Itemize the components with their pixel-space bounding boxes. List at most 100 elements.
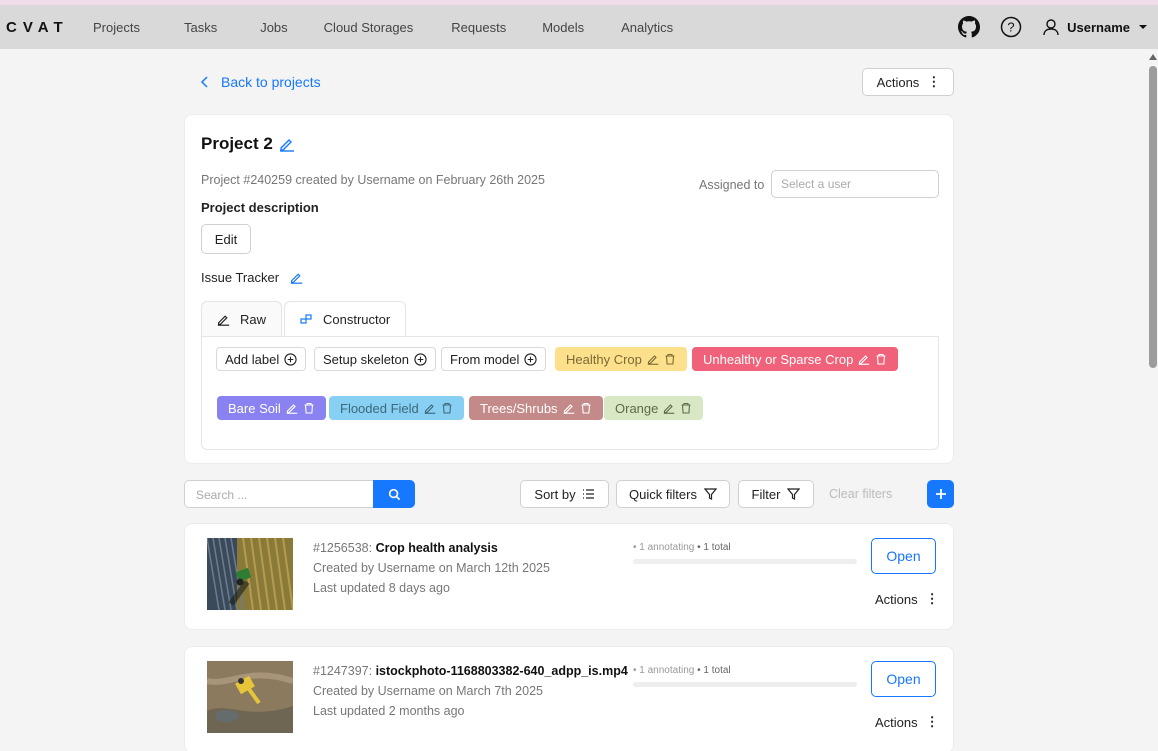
- label-name: Orange: [615, 400, 659, 416]
- task-id: #1247397:: [313, 664, 373, 678]
- issue-tracker-label: Issue Tracker: [201, 270, 280, 285]
- setup-skeleton-text: Setup skeleton: [323, 351, 410, 367]
- filter-label: Filter: [751, 486, 781, 502]
- open-task-button[interactable]: Open: [871, 538, 936, 574]
- label-flooded-field[interactable]: Flooded Field: [329, 396, 464, 420]
- cvat-logo[interactable]: CVAT: [6, 19, 69, 36]
- navbar: CVAT Projects Tasks Jobs Cloud Storages …: [0, 5, 1158, 49]
- nav-models[interactable]: Models: [542, 20, 584, 35]
- build-icon: [300, 314, 312, 324]
- task-id-name: #1247397: istockphoto-1168803382-640_adp…: [313, 664, 628, 678]
- from-model-button[interactable]: From model: [441, 347, 547, 371]
- tab-constructor[interactable]: Constructor: [284, 301, 407, 337]
- edit-pencil-icon[interactable]: [663, 402, 675, 414]
- label-name: Flooded Field: [340, 400, 419, 416]
- more-icon: ⋮: [927, 74, 940, 89]
- tab-raw-label: Raw: [240, 312, 267, 327]
- sort-label: Sort by: [534, 486, 576, 502]
- open-task-button[interactable]: Open: [871, 661, 936, 697]
- task-progress-text: • 1 annotating • 1 total: [633, 665, 731, 676]
- task-actions-button[interactable]: Actions ⋮: [875, 591, 939, 607]
- help-icon[interactable]: ?: [1000, 16, 1022, 38]
- task-id: #1256538:: [313, 541, 373, 555]
- sort-by-button[interactable]: Sort by: [520, 480, 609, 508]
- project-actions-button[interactable]: Actions ⋮: [862, 68, 954, 96]
- task-card: #1256538: Crop health analysis Created b…: [184, 523, 954, 630]
- setup-skeleton-button[interactable]: Setup skeleton: [314, 347, 437, 371]
- edit-pencil-icon[interactable]: [424, 402, 436, 414]
- search-icon: [388, 488, 400, 500]
- task-progress-text: • 1 annotating • 1 total: [633, 542, 731, 553]
- edit-description-button[interactable]: Edit: [201, 224, 251, 254]
- nav-requests[interactable]: Requests: [451, 20, 506, 35]
- nav-jobs[interactable]: Jobs: [260, 20, 287, 35]
- quick-filters-button[interactable]: Quick filters: [616, 480, 730, 508]
- task-name[interactable]: Crop health analysis: [376, 541, 498, 555]
- tab-raw[interactable]: Raw: [201, 301, 283, 337]
- filter-icon: [703, 488, 717, 500]
- edit-pencil-icon[interactable]: [279, 136, 295, 152]
- label-name: Healthy Crop: [566, 351, 642, 367]
- actions-label: Actions: [876, 74, 920, 90]
- nav-analytics[interactable]: Analytics: [621, 20, 673, 35]
- username-label: Username: [1067, 19, 1130, 35]
- plus-circle-icon: [284, 352, 297, 366]
- task-thumbnail[interactable]: [207, 661, 293, 733]
- label-orange[interactable]: Orange: [604, 396, 704, 420]
- sort-list-icon: [582, 489, 594, 499]
- tab-constructor-label: Constructor: [323, 312, 391, 327]
- svg-text:?: ?: [1008, 20, 1015, 35]
- actions-label: Actions: [875, 591, 918, 607]
- from-model-text: From model: [450, 351, 520, 367]
- project-description-label: Project description: [201, 200, 319, 215]
- search-button[interactable]: [373, 480, 415, 508]
- edit-pencil-icon[interactable]: [647, 353, 659, 365]
- trash-icon[interactable]: [680, 402, 692, 414]
- scroll-up-icon[interactable]: [1149, 54, 1157, 60]
- project-card: Project 2 Project #240259 created by Use…: [184, 114, 954, 464]
- search-input[interactable]: Search ...: [184, 480, 374, 508]
- task-progress-bar: [633, 682, 857, 687]
- actions-label: Actions: [875, 714, 918, 730]
- edit-pencil-icon[interactable]: [563, 402, 575, 414]
- plus-icon: [935, 489, 946, 499]
- trash-icon[interactable]: [664, 353, 676, 365]
- task-thumbnail[interactable]: [207, 538, 293, 610]
- label-bare-soil[interactable]: Bare Soil: [217, 396, 326, 420]
- github-icon[interactable]: [958, 16, 981, 38]
- filter-icon: [787, 488, 801, 500]
- label-trees-shrubs[interactable]: Trees/Shrubs: [469, 396, 603, 420]
- edit-pencil-icon[interactable]: [858, 353, 870, 365]
- nav-projects[interactable]: Projects: [93, 20, 140, 35]
- add-label-button[interactable]: Add label: [216, 347, 307, 371]
- trash-icon[interactable]: [441, 402, 453, 414]
- nav-cloud-storages[interactable]: Cloud Storages: [324, 20, 414, 35]
- label-tabs: Raw Constructor: [201, 301, 408, 337]
- create-task-button[interactable]: [927, 480, 954, 508]
- edit-pencil-icon[interactable]: [286, 402, 298, 414]
- label-healthy-crop[interactable]: Healthy Crop: [555, 347, 687, 371]
- back-to-projects-link[interactable]: Back to projects: [200, 74, 321, 90]
- nav-tasks[interactable]: Tasks: [184, 20, 217, 35]
- edit-pencil-icon[interactable]: [290, 271, 303, 284]
- user-menu[interactable]: Username: [1042, 18, 1148, 36]
- assignee-select[interactable]: Select a user: [771, 170, 939, 198]
- trash-icon[interactable]: [875, 353, 887, 365]
- scrollbar-thumb[interactable]: [1149, 66, 1157, 368]
- annotating-count: • 1 annotating: [633, 542, 695, 553]
- back-label: Back to projects: [221, 74, 321, 90]
- quick-filters-label: Quick filters: [629, 486, 697, 502]
- more-icon: ⋮: [925, 591, 939, 606]
- nav-right: ? Username: [958, 5, 1158, 49]
- task-actions-button[interactable]: Actions ⋮: [875, 714, 939, 730]
- trash-icon[interactable]: [580, 402, 592, 414]
- trash-icon[interactable]: [303, 402, 315, 414]
- project-title: Project 2: [201, 134, 295, 154]
- filter-button[interactable]: Filter: [738, 480, 814, 508]
- clear-filters-button[interactable]: Clear filters: [829, 487, 892, 501]
- task-name[interactable]: istockphoto-1168803382-640_adpp_is.mp4: [376, 664, 628, 678]
- label-name: Trees/Shrubs: [480, 400, 558, 416]
- issue-tracker: Issue Tracker: [201, 270, 303, 285]
- task-created: Created by Username on March 12th 2025: [313, 561, 550, 575]
- label-unhealthy-or-sparse-crop[interactable]: Unhealthy or Sparse Crop: [692, 347, 899, 371]
